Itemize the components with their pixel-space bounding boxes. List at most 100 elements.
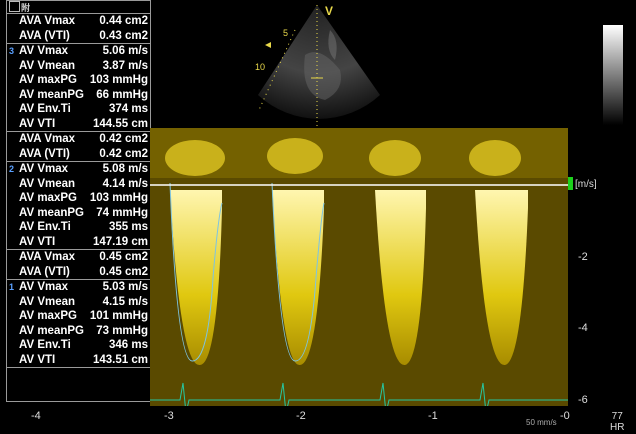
time-tick: -1 xyxy=(428,410,438,422)
panel-title: 附 xyxy=(21,3,31,13)
measurement-row[interactable]: AVA (VTI) 0.43 cm2 xyxy=(7,29,150,44)
heart-rate-label: HR xyxy=(610,422,625,433)
depth-label-5: 5 xyxy=(283,28,288,38)
measurement-value: 0.45 cm2 xyxy=(99,265,148,278)
measurement-value: 5.03 m/s xyxy=(102,281,148,293)
measurement-row[interactable]: AV VTI 143.51 cm xyxy=(7,353,150,368)
sector-image: 5 10 15 V xyxy=(255,4,380,128)
measurement-label: AV Env.Ti xyxy=(19,103,71,115)
measurement-label: AV meanPG xyxy=(19,206,84,219)
measurement-value: 5.08 m/s xyxy=(102,163,148,175)
measurement-label: AV meanPG xyxy=(19,324,84,337)
measurement-index: 3 xyxy=(9,46,15,56)
measurement-value: 4.15 m/s xyxy=(102,295,148,308)
measurement-row[interactable]: AV Env.Ti 374 ms xyxy=(7,102,150,117)
time-tick: -0 xyxy=(560,410,570,422)
baseline-marker[interactable] xyxy=(568,177,573,190)
measurement-label: AV VTI xyxy=(19,353,56,366)
measurement-label: AV Vmax xyxy=(19,45,69,57)
measurement-label: AV VTI xyxy=(19,235,56,248)
measurement-row[interactable]: AV Vmean 4.15 m/s xyxy=(7,295,150,310)
measurement-value: 5.06 m/s xyxy=(102,45,148,57)
measurement-row[interactable]: 1 AV Vmax 5.03 m/s xyxy=(7,280,150,295)
measurement-value: 0.45 cm2 xyxy=(99,251,148,263)
measurement-label: AV Vmax xyxy=(19,163,69,175)
measurement-label: AV Vmean xyxy=(19,59,76,72)
measurement-value: 346 ms xyxy=(108,339,148,351)
measurement-label: AVA (VTI) xyxy=(19,29,70,42)
measurement-label: AV meanPG xyxy=(19,88,84,101)
heart-rate: 77 HR xyxy=(610,411,624,433)
measurement-value: 0.44 cm2 xyxy=(99,15,148,27)
velocity-tick: -6 xyxy=(578,394,588,406)
measurement-value: 103 mmHg xyxy=(89,192,148,204)
velocity-tick: -4 xyxy=(578,322,588,334)
measurement-row[interactable]: AVA Vmax 0.44 cm2 xyxy=(7,14,150,29)
measurement-row[interactable]: AV maxPG 103 mmHg xyxy=(7,191,150,206)
panel-header: 附 xyxy=(7,1,150,14)
measurement-row[interactable]: 3 AV Vmax 5.06 m/s xyxy=(7,44,150,59)
measurement-label: AV VTI xyxy=(19,117,56,130)
measurement-label: AV maxPG xyxy=(19,310,77,322)
measurement-value: 0.43 cm2 xyxy=(99,29,148,42)
measurement-value: 74 mmHg xyxy=(96,206,148,219)
measurement-value: 374 ms xyxy=(108,103,148,115)
measurement-row[interactable]: AV Env.Ti 355 ms xyxy=(7,220,150,235)
measurement-value: 355 ms xyxy=(108,221,148,233)
measurement-row[interactable]: AV VTI 144.55 cm xyxy=(7,117,150,132)
measurement-row[interactable]: AV maxPG 103 mmHg xyxy=(7,73,150,88)
measurement-index: 2 xyxy=(9,164,15,174)
measurement-row[interactable]: AV Vmean 3.87 m/s xyxy=(7,59,150,74)
measurement-label: AV maxPG xyxy=(19,192,77,204)
measurement-row[interactable]: AVA (VTI) 0.42 cm2 xyxy=(7,147,150,162)
measurement-label: AV Env.Ti xyxy=(19,339,71,351)
measurement-row[interactable]: AV Vmean 4.14 m/s xyxy=(7,177,150,192)
depth-label-10: 10 xyxy=(255,62,265,72)
measurement-label: AV Vmax xyxy=(19,281,69,293)
measurement-value: 73 mmHg xyxy=(96,324,148,337)
measurement-label: AVA Vmax xyxy=(19,251,76,263)
measurement-block: AVA Vmax 0.42 cm2 AVA (VTI) 0.42 cm2 xyxy=(7,132,150,162)
measurement-label: AV Vmean xyxy=(19,295,76,308)
measurement-row[interactable]: AV maxPG 101 mmHg xyxy=(7,309,150,324)
measurement-row[interactable]: AVA Vmax 0.45 cm2 xyxy=(7,250,150,265)
orientation-marker: V xyxy=(325,4,333,18)
measurement-label: AVA (VTI) xyxy=(19,147,70,160)
measurement-block: 2 AV Vmax 5.08 m/s AV Vmean 4.14 m/s AV maxPG… xyxy=(7,162,150,250)
measurement-value: 143.51 cm xyxy=(93,353,148,366)
measurement-value: 4.14 m/s xyxy=(102,177,148,190)
measurement-block: AVA Vmax 0.45 cm2 AVA (VTI) 0.45 cm2 xyxy=(7,250,150,280)
measurement-index: 1 xyxy=(9,282,15,292)
measurement-label: AVA (VTI) xyxy=(19,265,70,278)
measurement-block: AVA Vmax 0.44 cm2 AVA (VTI) 0.43 cm2 xyxy=(7,14,150,44)
measurement-label: AV Vmean xyxy=(19,177,76,190)
window-icon[interactable] xyxy=(9,1,20,12)
measurement-value: 147.19 cm xyxy=(93,235,148,248)
measurement-value: 66 mmHg xyxy=(96,88,148,101)
measurement-row[interactable]: AV meanPG 66 mmHg xyxy=(7,88,150,103)
measurement-label: AVA Vmax xyxy=(19,133,76,145)
measurement-row[interactable]: AVA Vmax 0.42 cm2 xyxy=(7,132,150,147)
measurement-label: AVA Vmax xyxy=(19,15,76,27)
measurement-row[interactable]: AV meanPG 73 mmHg xyxy=(7,324,150,339)
measurement-block: 1 AV Vmax 5.03 m/s AV Vmean 4.15 m/s AV maxPG… xyxy=(7,280,150,368)
measurement-row[interactable]: AV VTI 147.19 cm xyxy=(7,235,150,250)
measurement-label: AV maxPG xyxy=(19,74,77,86)
measurement-row[interactable]: AV Env.Ti 346 ms xyxy=(7,338,150,353)
measurement-row[interactable]: 2 AV Vmax 5.08 m/s xyxy=(7,162,150,177)
measurement-value: 103 mmHg xyxy=(89,74,148,86)
velocity-tick: -2 xyxy=(578,251,588,263)
sweep-speed: 50 mm/s xyxy=(526,418,557,427)
measurement-panel: 附 AVA Vmax 0.44 cm2 AVA (VTI) 0.43 cm2 3 AV V… xyxy=(6,0,151,402)
time-tick: -2 xyxy=(296,410,306,422)
measurement-value: 144.55 cm xyxy=(93,117,148,130)
doppler-spectrum xyxy=(150,128,568,406)
measurement-label: AV Env.Ti xyxy=(19,221,71,233)
grayscale-bar xyxy=(603,25,623,125)
measurement-row[interactable]: AVA (VTI) 0.45 cm2 xyxy=(7,265,150,280)
measurement-row[interactable]: AV meanPG 74 mmHg xyxy=(7,206,150,221)
time-tick: -3 xyxy=(164,410,174,422)
time-tick: -4 xyxy=(31,410,41,422)
focus-marker-icon xyxy=(265,42,271,48)
measurement-value: 0.42 cm2 xyxy=(99,147,148,160)
